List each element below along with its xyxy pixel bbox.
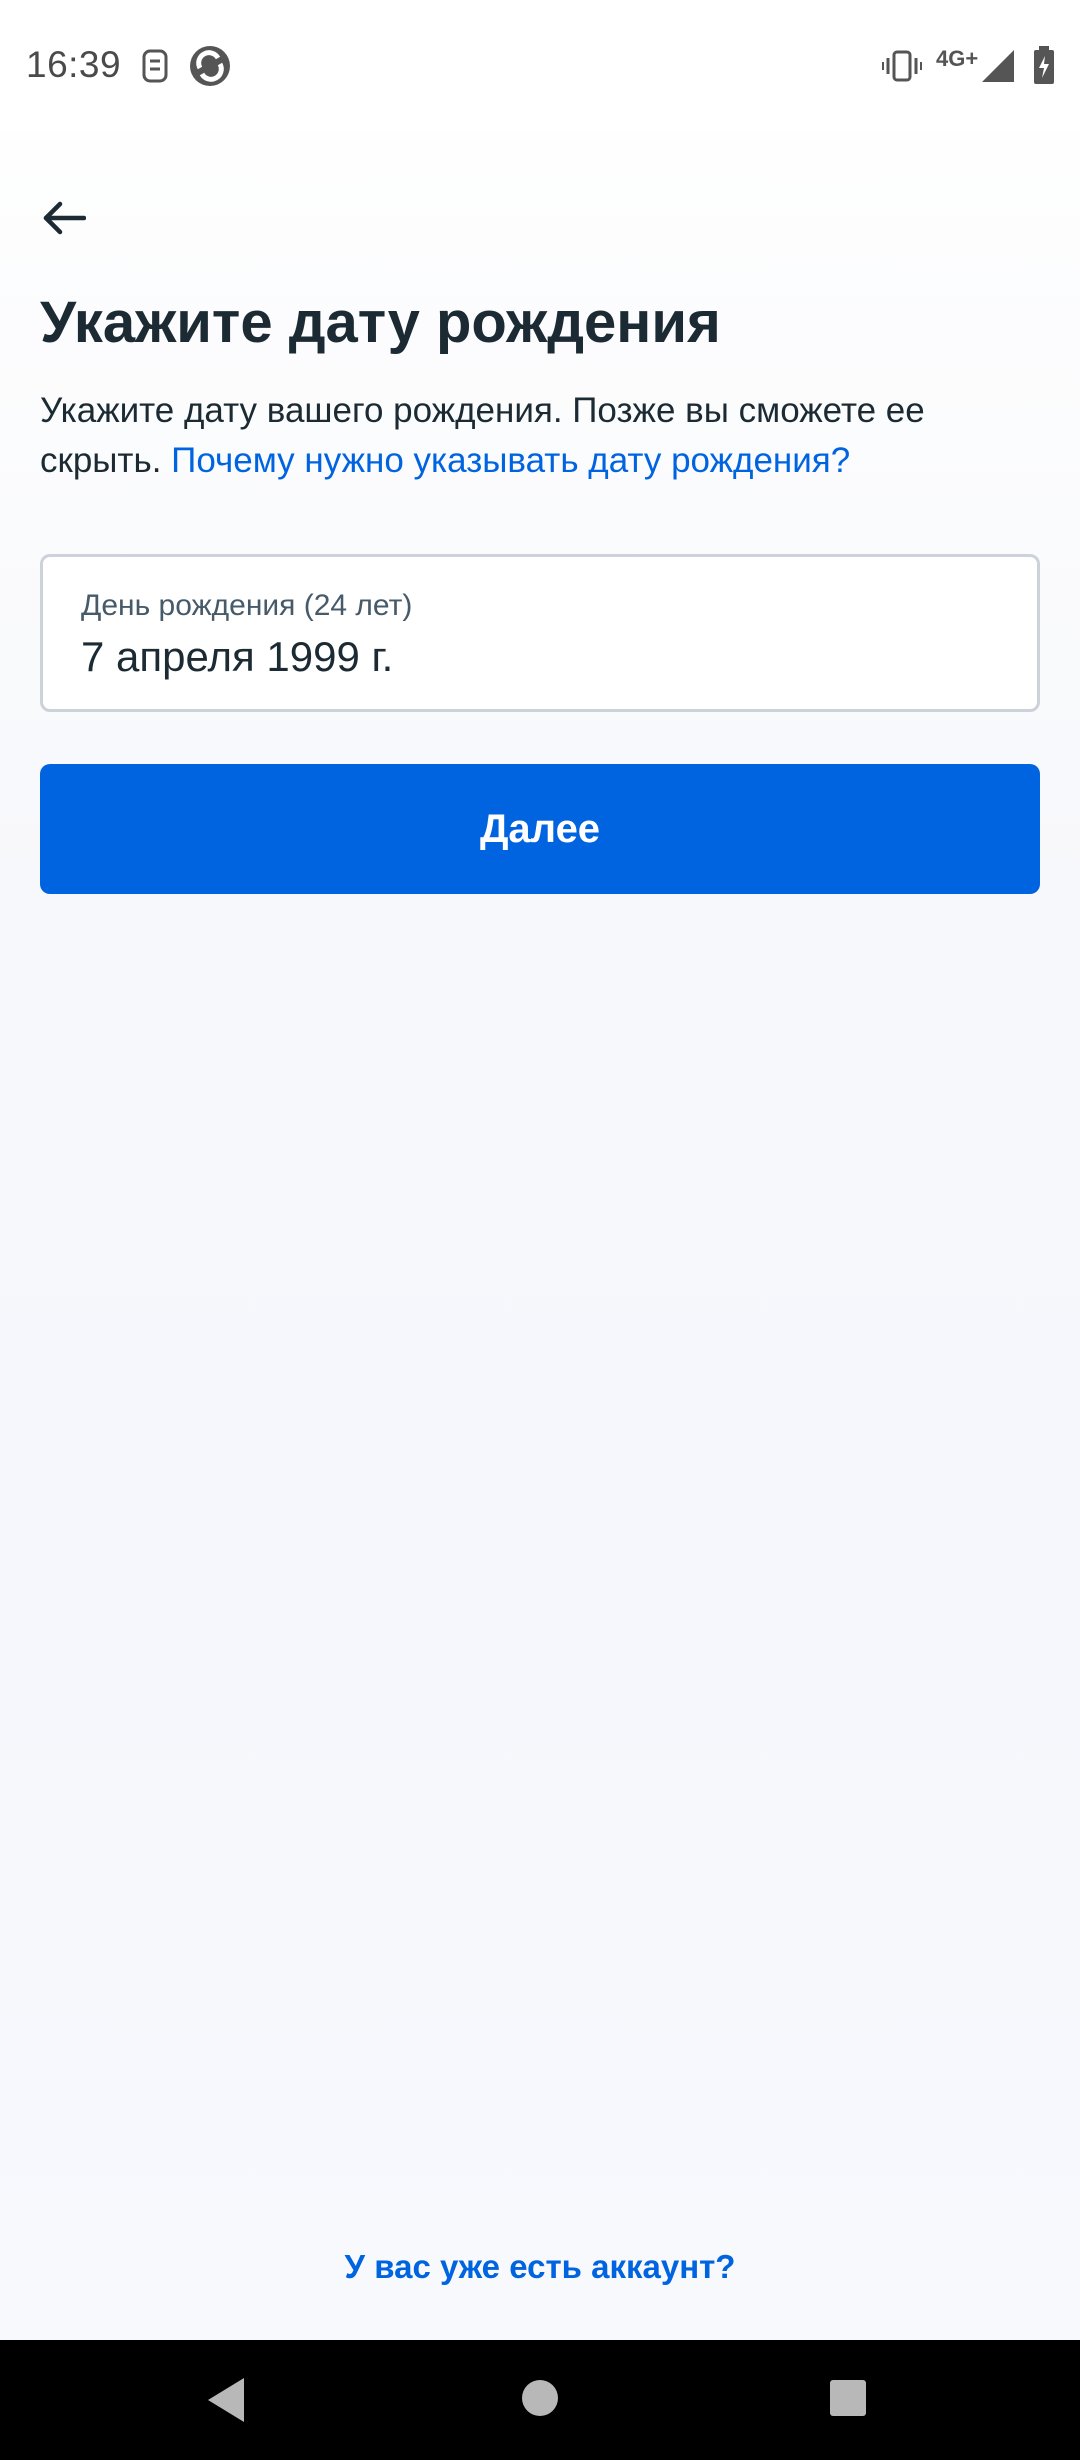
back-button[interactable] — [36, 190, 92, 246]
network-type-label: 4G+ — [936, 46, 979, 71]
why-birthday-link[interactable]: Почему нужно указывать дату рождения? — [171, 441, 850, 480]
quiz-icon — [142, 49, 168, 83]
birthday-field[interactable]: День рождения (24 лет) 7 апреля 1999 г. — [40, 554, 1040, 712]
signal-icon — [982, 50, 1014, 82]
vibrate-icon — [882, 50, 922, 82]
battery-charging-icon — [1034, 46, 1054, 84]
nav-back-icon[interactable] — [202, 2374, 254, 2426]
navigation-bar — [0, 2340, 1080, 2460]
page-title: Укажите дату рождения — [40, 290, 721, 355]
app-notification-icon — [190, 46, 230, 86]
arrow-left-icon — [43, 201, 86, 235]
status-bar: 16:39 4G+ — [0, 0, 1080, 132]
next-button[interactable]: Далее — [40, 764, 1040, 894]
nav-home-icon[interactable] — [516, 2374, 564, 2422]
birthday-field-label: День рождения (24 лет) — [81, 589, 413, 622]
have-account-link[interactable]: У вас уже есть аккаунт? — [0, 2248, 1080, 2286]
page-subtitle: Укажите дату вашего рождения. Позже вы с… — [40, 386, 1050, 486]
nav-recents-icon[interactable] — [826, 2376, 870, 2420]
birthday-field-value: 7 апреля 1999 г. — [81, 633, 394, 680]
status-time: 16:39 — [26, 44, 122, 85]
